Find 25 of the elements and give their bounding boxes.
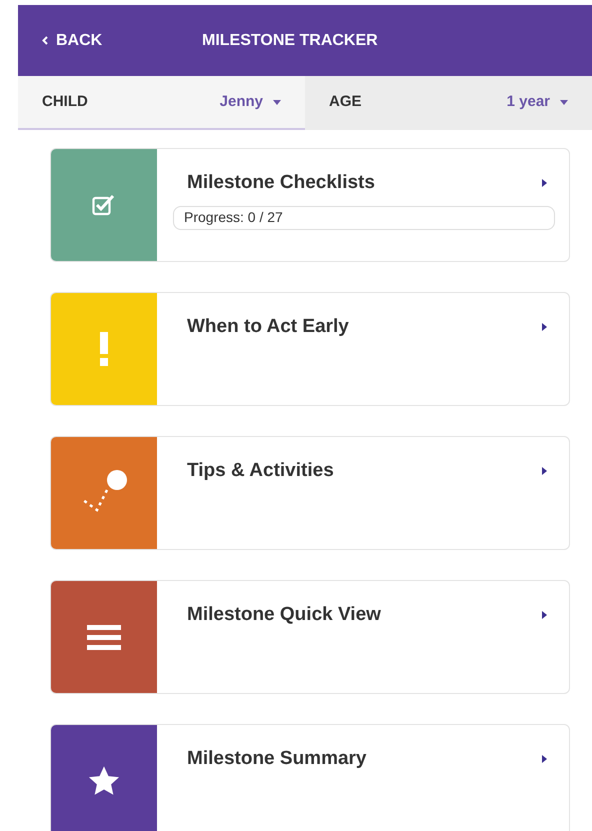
chevron-right-icon [542,179,547,188]
lines-icon [87,623,121,651]
screen-title: MILESTONE TRACKER [202,30,378,50]
menu-card[interactable]: When to Act Early [50,292,570,406]
selector-dropdown[interactable]: CHILD Jenny [18,76,305,130]
chevron-right-icon [542,467,547,476]
chevron-right-icon [542,755,547,764]
menu-card[interactable]: Milestone Summary [50,724,570,831]
star-icon [87,765,121,797]
exclamation-icon [99,332,109,366]
card-title: Milestone Checklists [187,171,375,195]
chevron-right-icon [542,611,547,620]
chevron-left-icon [42,36,48,45]
chevron-right-icon [542,323,547,332]
card-title: Milestone Quick View [187,603,381,627]
progress-label: Progress: 0 / 27 [183,208,283,227]
menu-card[interactable]: Milestone Checklists Progress: 0 / 27 [50,148,570,262]
menu-card[interactable]: Milestone Quick View [50,580,570,694]
selector-dropdown[interactable]: AGE 1 year [305,76,592,130]
back-button[interactable]: BACK [42,28,202,52]
menu-card[interactable]: Tips & Activities [50,436,570,550]
card-title: Tips & Activities [187,459,334,483]
checkbox-icon [92,194,116,216]
card-title: When to Act Early [187,315,349,339]
card-title: Milestone Summary [187,747,366,771]
